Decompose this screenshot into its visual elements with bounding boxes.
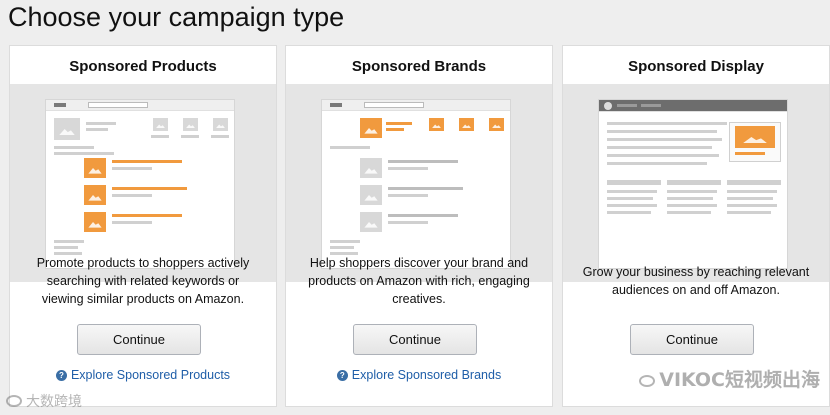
continue-button[interactable]: Continue: [77, 324, 201, 355]
page-title: Choose your campaign type: [8, 2, 345, 32]
wechat-logo-icon: [639, 375, 656, 387]
card-title: Sponsored Display: [628, 58, 764, 75]
card-description: Promote products to shoppers actively se…: [36, 256, 250, 306]
card-sponsored-display: Sponsored Display Grow your business by …: [562, 45, 830, 407]
weibo-logo-icon: [6, 395, 22, 407]
watermark-right: VIKOC短视频出海: [639, 365, 820, 392]
card-title: Sponsored Brands: [351, 58, 487, 75]
mock-page: [321, 99, 511, 269]
continue-button[interactable]: Continue: [353, 324, 477, 355]
card-sponsored-brands: Sponsored Brands Help shoppers discover …: [285, 45, 553, 407]
card-description: Grow your business by reaching relevant …: [582, 265, 810, 297]
explore-sponsored-products-link[interactable]: ? Explore Sponsored Products: [10, 368, 276, 382]
watermark-left: 大数跨境: [6, 391, 82, 411]
continue-button[interactable]: Continue: [630, 324, 754, 355]
help-icon: ?: [336, 370, 348, 381]
card-title: Sponsored Products: [69, 58, 217, 75]
card-description: Help shoppers discover your brand and pr…: [308, 256, 530, 306]
mock-page: [45, 99, 235, 269]
explore-sponsored-brands-link[interactable]: ? Explore Sponsored Brands: [286, 368, 552, 382]
card-sponsored-products: Sponsored Products Promote products to s…: [9, 45, 277, 407]
help-icon: ?: [55, 370, 67, 381]
mock-page: [598, 99, 788, 269]
